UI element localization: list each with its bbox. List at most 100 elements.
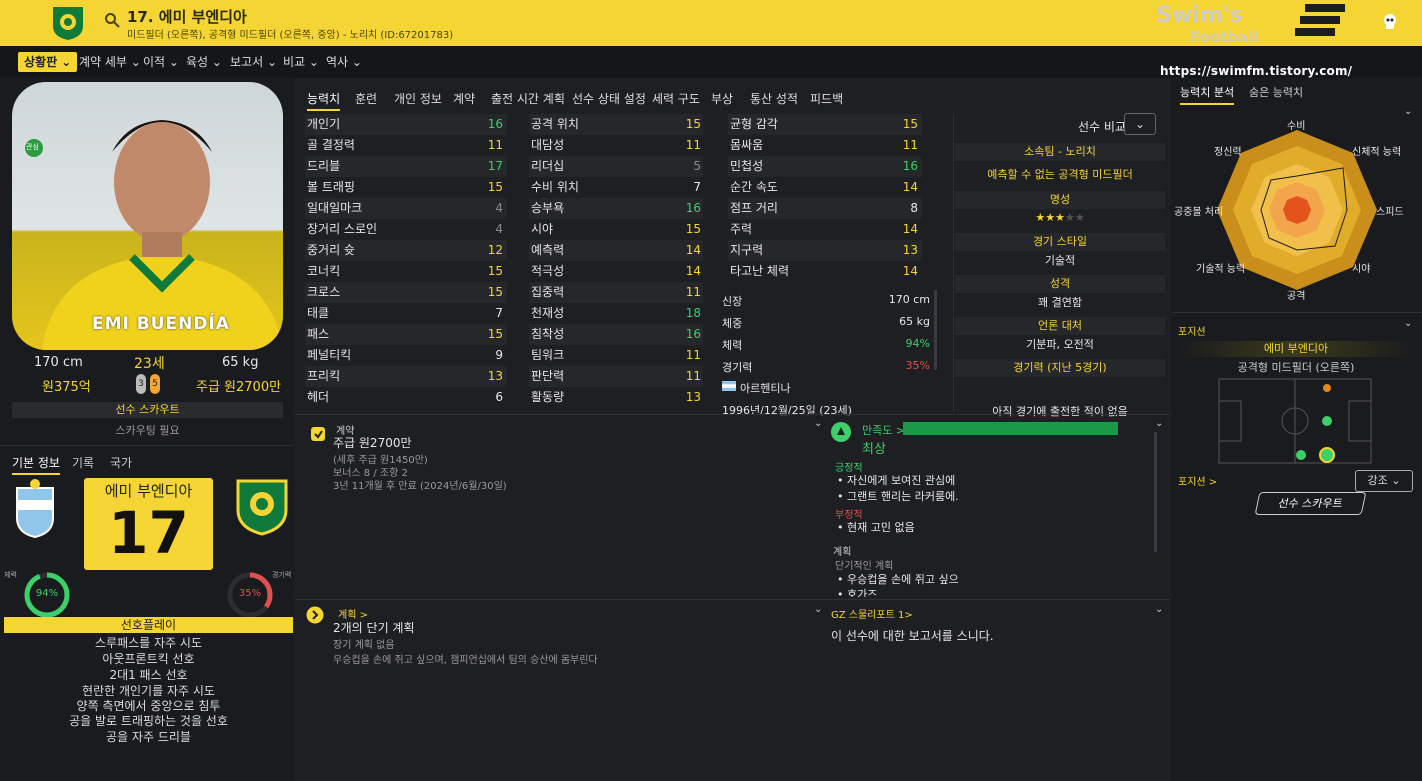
attribute-row[interactable]: 지구력 13	[728, 240, 922, 261]
attribute-row[interactable]: 집중력 11	[529, 282, 703, 303]
attribute-value: 15	[685, 222, 701, 236]
happiness-scrollbar[interactable]	[1154, 432, 1157, 552]
attribute-row[interactable]: 장거리 스로인 4	[305, 219, 507, 240]
nav-contract[interactable]: 계약 세부 ⌄	[73, 52, 147, 72]
tab-training[interactable]: 훈련	[355, 90, 377, 107]
attribute-row[interactable]: 크로스 15	[305, 282, 507, 303]
attribute-row[interactable]: 판단력 11	[529, 366, 703, 387]
attribute-row[interactable]: 페널티킥 9	[305, 345, 507, 366]
interest-badge[interactable]: 관심	[26, 142, 39, 152]
attribute-row[interactable]: 코너킥 15	[305, 261, 507, 282]
attribute-row[interactable]: 일대일마크 4	[305, 198, 507, 219]
contract-wage: 주급 원2700만	[333, 436, 412, 450]
attribute-row[interactable]: 볼 트래핑 15	[305, 177, 507, 198]
star-icon: ★	[1045, 211, 1056, 224]
nav-reports[interactable]: 보고서 ⌄	[224, 52, 283, 72]
bio-scrollbar[interactable]	[934, 290, 937, 370]
chevron-down-icon[interactable]: ⌄	[1404, 106, 1412, 117]
attribute-value: 5	[693, 159, 701, 173]
attribute-row[interactable]: 프리킥 13	[305, 366, 507, 387]
tab-dynamics[interactable]: 세력 구도	[652, 90, 700, 107]
attribute-row[interactable]: 천재성 18	[529, 303, 703, 324]
nav-history[interactable]: 역사 ⌄	[320, 52, 368, 72]
radar-label-aerial: 공중볼 처리	[1174, 207, 1224, 218]
attribute-row[interactable]: 대담성 11	[529, 135, 703, 156]
plan-sub: 단기적인 계획	[835, 561, 894, 572]
chevron-down-icon[interactable]: ⌄	[814, 604, 822, 615]
attribute-row[interactable]: 승부욕 16	[529, 198, 703, 219]
position-link[interactable]: 포지션 >	[1178, 473, 1217, 488]
attribute-row[interactable]: 수비 위치 7	[529, 177, 703, 198]
tab-injuries[interactable]: 부상	[711, 90, 733, 107]
tab-basic-info[interactable]: 기본 정보	[12, 454, 60, 475]
attribute-row[interactable]: 리더십 5	[529, 156, 703, 177]
preferred-move: 스루패스를 자주 시도	[95, 636, 202, 650]
personality-value: 꽤 결연함	[1038, 296, 1082, 309]
happiness-title[interactable]: 만족도 >	[862, 422, 905, 438]
attribute-row[interactable]: 민첩성 16	[728, 156, 922, 177]
report-title[interactable]: GZ 스물리포트 1>	[831, 606, 913, 621]
tab-status[interactable]: 선수 상태 설정	[572, 90, 646, 107]
star-icon: ★	[1035, 211, 1046, 224]
attribute-row[interactable]: 순간 속도 14	[728, 177, 922, 198]
attribute-row[interactable]: 적극성 14	[529, 261, 703, 282]
tab-attributes[interactable]: 능력치	[307, 90, 341, 111]
attribute-row[interactable]: 타고난 체력 14	[728, 261, 922, 282]
chevron-down-icon[interactable]: ⌄	[814, 418, 822, 429]
attribute-row[interactable]: 예측력 14	[529, 240, 703, 261]
attribute-row[interactable]: 시야 15	[529, 219, 703, 240]
chevron-down-icon[interactable]: ⌄	[1155, 418, 1163, 429]
attribute-row[interactable]: 균형 감각 15	[728, 114, 922, 135]
attribute-row[interactable]: 점프 거리 8	[728, 198, 922, 219]
negative-item: • 현재 고민 없음	[837, 521, 915, 534]
attribute-name: 순간 속도	[730, 180, 778, 194]
attribute-row[interactable]: 헤더 6	[305, 387, 507, 408]
attribute-name: 리더십	[531, 159, 565, 173]
attribute-value: 7	[693, 180, 701, 194]
tab-career[interactable]: 통산 성적	[750, 90, 798, 107]
tab-records[interactable]: 기록	[72, 454, 94, 471]
tab-feedback[interactable]: 피드백	[810, 90, 843, 107]
attribute-row[interactable]: 패스 15	[305, 324, 507, 345]
radar-label-technical: 기술적 능력	[1196, 264, 1246, 275]
highlight-select[interactable]: 강조 ⌄	[1355, 470, 1413, 492]
nav-transfer[interactable]: 이적 ⌄	[137, 52, 185, 72]
attribute-row[interactable]: 활동량 13	[529, 387, 703, 408]
scout-player-button[interactable]: 선수 스카우트	[1254, 492, 1367, 515]
nav-reports-label: 보고서	[230, 55, 264, 69]
tab-contract[interactable]: 계약	[453, 90, 475, 107]
star-icon: ★	[1074, 211, 1085, 224]
plan-item: • 호가즈	[837, 586, 877, 597]
attribute-row[interactable]: 몸싸움 11	[728, 135, 922, 156]
attribute-name: 예측력	[531, 243, 565, 257]
tab-hidden-attributes[interactable]: 숨은 능력치	[1249, 84, 1303, 100]
attribute-row[interactable]: 개인기 16	[305, 114, 507, 135]
compare-dropdown[interactable]: ⌄	[1124, 113, 1156, 135]
attribute-row[interactable]: 골 결정력 11	[305, 135, 507, 156]
attribute-value: 12	[487, 243, 503, 257]
attribute-row[interactable]: 태클 7	[305, 303, 507, 324]
attribute-row[interactable]: 드리블 17	[305, 156, 507, 177]
tab-personal[interactable]: 개인 정보	[394, 90, 442, 107]
nav-overview[interactable]: 상황판 ⌄	[18, 52, 78, 72]
attribute-name: 드리블	[307, 159, 341, 173]
attribute-row[interactable]: 침착성 16	[529, 324, 703, 345]
tab-playing-time[interactable]: 출전 시간 계획	[491, 90, 565, 107]
tab-nation[interactable]: 국가	[110, 454, 132, 471]
skull-icon[interactable]	[1380, 12, 1400, 32]
chevron-down-icon[interactable]: ⌄	[1404, 318, 1412, 329]
attribute-row[interactable]: 팀워크 11	[529, 345, 703, 366]
attribute-row[interactable]: 중거리 슛 12	[305, 240, 507, 261]
chevron-down-icon[interactable]: ⌄	[1155, 604, 1163, 615]
attribute-row[interactable]: 공격 위치 15	[529, 114, 703, 135]
nav-development[interactable]: 육성 ⌄	[180, 52, 228, 72]
card-divider	[295, 414, 1170, 415]
tab-attribute-analysis[interactable]: 능력치 분석	[1180, 84, 1235, 105]
nav-compare[interactable]: 비교 ⌄	[277, 52, 325, 72]
attribute-row[interactable]: 주력 14	[728, 219, 922, 240]
contract-expiry: 3년 11개월 후 만료 (2024년/6월/30일)	[333, 481, 507, 492]
bio-nation[interactable]: 아르헨티나	[740, 380, 791, 396]
radar-label-vision: 시야	[1352, 264, 1371, 275]
nav-history-label: 역사	[326, 55, 349, 69]
search-icon[interactable]	[104, 12, 120, 28]
